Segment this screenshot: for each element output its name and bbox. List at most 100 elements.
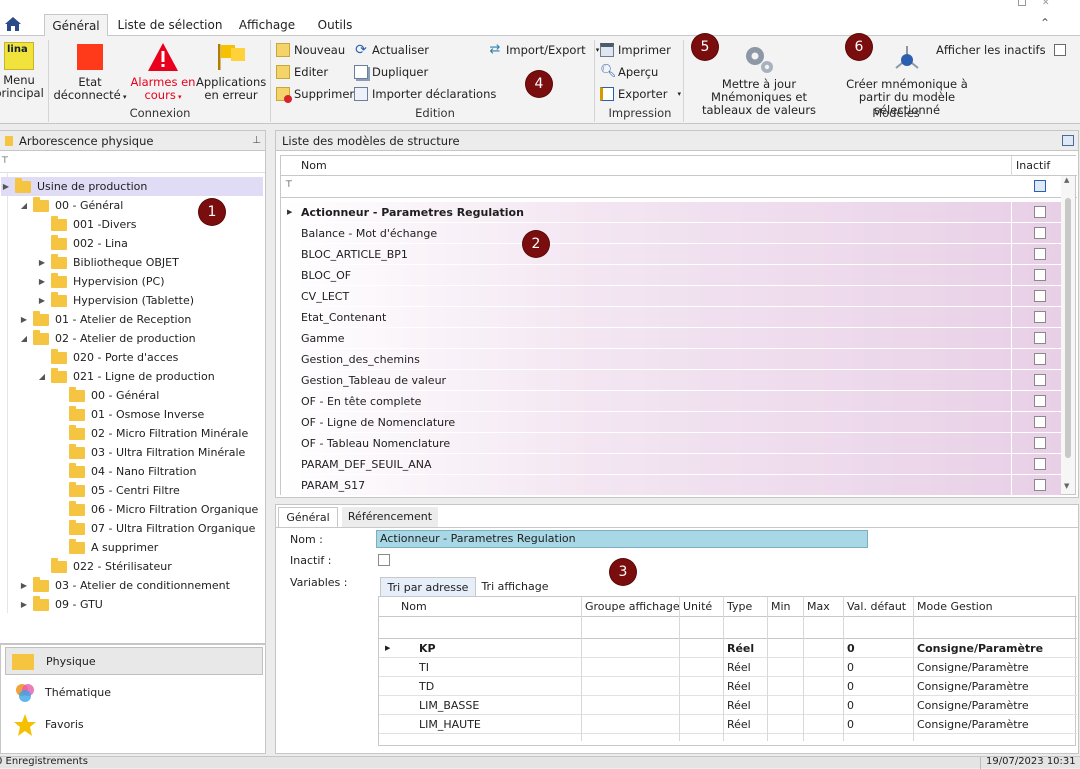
column-chooser-icon[interactable] bbox=[1062, 135, 1074, 146]
tree-item[interactable]: 02 - Micro Filtration Minérale bbox=[55, 424, 248, 443]
scrollbar-thumb[interactable] bbox=[1065, 198, 1071, 458]
tab-affichage[interactable]: Affichage bbox=[232, 14, 302, 36]
variable-row[interactable]: TI Réel 0 Consigne/Paramètre bbox=[379, 658, 1077, 677]
inactif-checkbox[interactable] bbox=[1034, 332, 1046, 344]
tab-liste-selection[interactable]: Liste de sélection bbox=[116, 14, 224, 36]
tree-item[interactable]: ▶ Hypervision (Tablette) bbox=[37, 291, 194, 310]
tree-item[interactable]: 06 - Micro Filtration Organique bbox=[55, 500, 258, 519]
model-row[interactable]: Balance - Mot d'échange bbox=[281, 223, 1061, 244]
actualiser-button[interactable]: ⟳ Actualiser bbox=[354, 43, 429, 57]
alarmes-button[interactable]: Alarmes en cours ▾ bbox=[128, 42, 198, 104]
supprimer-button[interactable]: Supprimer bbox=[276, 87, 354, 103]
tree-item[interactable]: ▶ 09 - GTU bbox=[19, 595, 103, 614]
expand-toggle-icon[interactable]: ◢ bbox=[37, 367, 47, 386]
detail-tab-general[interactable]: Général bbox=[278, 507, 338, 527]
expand-toggle-icon[interactable]: ▶ bbox=[37, 272, 47, 291]
variable-row[interactable]: TD Réel 0 Consigne/Paramètre bbox=[379, 677, 1077, 696]
importer-declarations-button[interactable]: Importer déclarations bbox=[354, 87, 496, 101]
model-row[interactable]: PARAM_S17 bbox=[281, 475, 1061, 496]
inactif-checkbox[interactable] bbox=[1034, 269, 1046, 281]
tree-item[interactable]: 05 - Centri Filtre bbox=[55, 481, 180, 500]
models-filter-row[interactable]: ⊤ bbox=[281, 176, 1077, 198]
models-scrollbar[interactable]: ▲ ▼ bbox=[1061, 176, 1075, 494]
home-icon[interactable] bbox=[4, 16, 22, 32]
tree-item[interactable]: ▶ Hypervision (PC) bbox=[37, 272, 165, 291]
variables-column-header[interactable]: Val. défaut bbox=[847, 597, 906, 617]
model-row[interactable]: Gestion_des_chemins bbox=[281, 349, 1061, 370]
nom-field[interactable]: Actionneur - Parametres Regulation bbox=[376, 530, 868, 548]
tree-item[interactable]: 03 - Ultra Filtration Minérale bbox=[55, 443, 245, 462]
tree-item[interactable]: ▶ 03 - Atelier de conditionnement bbox=[19, 576, 230, 595]
expand-toggle-icon[interactable]: ▶ bbox=[19, 576, 29, 595]
nav-physique[interactable]: Physique bbox=[5, 647, 263, 675]
collapse-ribbon-icon[interactable]: ⌃ bbox=[1040, 16, 1050, 30]
expand-toggle-icon[interactable]: ▶ bbox=[37, 253, 47, 272]
tree-item[interactable]: 04 - Nano Filtration bbox=[55, 462, 196, 481]
subtab-tri-affichage[interactable]: Tri affichage bbox=[478, 577, 552, 596]
model-row[interactable]: OF - En tête complete bbox=[281, 391, 1061, 412]
tree-item[interactable]: 020 - Porte d'acces bbox=[37, 348, 178, 367]
inactif-checkbox[interactable] bbox=[1034, 227, 1046, 239]
variables-column-header[interactable]: Groupe affichage bbox=[585, 597, 680, 617]
subtab-tri-adresse[interactable]: Tri par adresse bbox=[380, 577, 476, 596]
variables-column-header[interactable]: Nom bbox=[401, 597, 427, 617]
tab-general[interactable]: Général bbox=[44, 14, 108, 36]
apercu-button[interactable]: 🔍︎ Aperçu bbox=[600, 65, 658, 80]
inactif-checkbox[interactable] bbox=[378, 554, 390, 566]
column-header-nom[interactable]: Nom bbox=[301, 156, 327, 176]
model-row[interactable]: Gestion_Tableau de valeur bbox=[281, 370, 1061, 391]
variable-row[interactable]: LIM_HAUTE Réel 0 Consigne/Paramètre bbox=[379, 715, 1077, 734]
expand-toggle-icon[interactable]: ▶ bbox=[37, 291, 47, 310]
filter-inactif-checkbox[interactable] bbox=[1034, 180, 1046, 192]
inactif-checkbox[interactable] bbox=[1034, 395, 1046, 407]
tab-outils[interactable]: Outils bbox=[310, 14, 360, 36]
pin-icon[interactable]: ⊥ bbox=[252, 131, 261, 151]
model-row[interactable]: PARAM_DEF_SEUIL_ANA bbox=[281, 454, 1061, 475]
tree-item[interactable]: 01 - Osmose Inverse bbox=[55, 405, 204, 424]
model-row[interactable]: Etat_Contenant bbox=[281, 307, 1061, 328]
nav-favoris[interactable]: Favoris bbox=[5, 711, 263, 739]
exporter-button[interactable]: Exporter ▾ bbox=[600, 87, 681, 101]
variables-column-header[interactable]: Type bbox=[727, 597, 752, 617]
nav-thematique[interactable]: Thématique bbox=[5, 679, 263, 707]
expand-toggle-icon[interactable]: ▶ bbox=[1, 177, 11, 196]
model-row[interactable]: CV_LECT bbox=[281, 286, 1061, 307]
tree-item[interactable]: ▶ 01 - Atelier de Reception bbox=[19, 310, 191, 329]
tree-item[interactable]: ◢ 02 - Atelier de production bbox=[19, 329, 196, 348]
import-export-button[interactable]: ⇄ Import/Export ▾ bbox=[488, 43, 600, 58]
variables-column-header[interactable]: Max bbox=[807, 597, 830, 617]
model-row[interactable]: OF - Tableau Nomenclature bbox=[281, 433, 1061, 454]
inactif-checkbox[interactable] bbox=[1034, 206, 1046, 218]
inactif-checkbox[interactable] bbox=[1034, 458, 1046, 470]
tree-item[interactable]: 07 - Ultra Filtration Organique bbox=[55, 519, 255, 538]
menu-principal-button[interactable]: lina Menu principal bbox=[0, 42, 44, 100]
expand-toggle-icon[interactable]: ▶ bbox=[19, 595, 29, 614]
tree-item[interactable]: 00 - Général bbox=[55, 386, 159, 405]
scroll-down-icon[interactable]: ▼ bbox=[1064, 482, 1069, 490]
afficher-inactifs-toggle[interactable]: Afficher les inactifs bbox=[936, 43, 1066, 57]
model-row[interactable]: ▶ Actionneur - Parametres Regulation bbox=[281, 202, 1061, 223]
detail-tab-referencement[interactable]: Référencement bbox=[342, 507, 438, 527]
imprimer-button[interactable]: Imprimer bbox=[600, 43, 671, 57]
editer-button[interactable]: Editer bbox=[276, 65, 328, 79]
tree-item[interactable]: ◢ 021 - Ligne de production bbox=[37, 367, 215, 386]
inactif-checkbox[interactable] bbox=[1034, 290, 1046, 302]
variables-column-header[interactable]: Unité bbox=[683, 597, 712, 617]
tree-item[interactable]: ◢ 00 - Général bbox=[19, 196, 123, 215]
tree-filter-row[interactable]: ⊤ bbox=[0, 153, 265, 173]
column-header-inactif[interactable]: Inactif bbox=[1016, 156, 1050, 176]
close-icon[interactable]: ✕ bbox=[1042, 0, 1050, 8]
model-row[interactable]: BLOC_ARTICLE_BP1 bbox=[281, 244, 1061, 265]
applications-erreur-button[interactable]: Applications en erreur bbox=[196, 42, 266, 102]
variables-column-header[interactable]: Min bbox=[771, 597, 791, 617]
variable-row[interactable]: LIM_BASSE Réel 0 Consigne/Paramètre bbox=[379, 696, 1077, 715]
tree-item[interactable]: 022 - Stérilisateur bbox=[37, 557, 172, 576]
dupliquer-button[interactable]: Dupliquer bbox=[354, 65, 428, 79]
afficher-inactifs-checkbox[interactable] bbox=[1053, 44, 1066, 56]
tree-item[interactable]: 002 - Lina bbox=[37, 234, 128, 253]
model-row[interactable]: OF - Ligne de Nomenclature bbox=[281, 412, 1061, 433]
inactif-checkbox[interactable] bbox=[1034, 479, 1046, 491]
tree-item[interactable]: A supprimer bbox=[55, 538, 158, 557]
restore-icon[interactable] bbox=[1018, 0, 1026, 6]
tree-item[interactable]: ▶ Usine de production bbox=[1, 177, 263, 196]
